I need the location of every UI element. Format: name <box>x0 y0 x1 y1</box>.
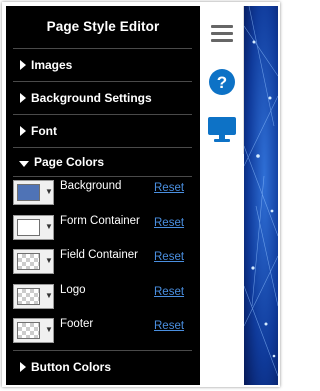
dropdown-caret-icon: ▼ <box>45 290 53 300</box>
section-label: Page Colors <box>34 155 105 169</box>
help-button[interactable]: ? <box>200 60 244 104</box>
color-picker-background[interactable]: ▼ <box>13 180 54 205</box>
transparent-swatch <box>17 322 40 340</box>
transparent-swatch <box>17 253 40 271</box>
color-row-logo: ▼ Logo Reset <box>13 281 192 316</box>
color-label: Footer <box>60 318 94 331</box>
reset-link[interactable]: Reset <box>154 320 184 332</box>
desktop-preview-button[interactable] <box>200 106 244 150</box>
reset-link[interactable]: Reset <box>154 251 184 263</box>
expand-arrow-icon <box>20 93 26 103</box>
color-picker-form-container[interactable]: ▼ <box>13 214 54 240</box>
section-label: Images <box>31 58 73 72</box>
collapse-arrow-icon <box>19 160 29 167</box>
desktop-icon <box>208 117 236 142</box>
section-label: Button Colors <box>31 359 111 374</box>
page-background-preview <box>244 6 278 385</box>
section-button-colors[interactable]: Button Colors <box>13 349 192 383</box>
color-picker-footer[interactable]: ▼ <box>13 318 54 344</box>
svg-text:?: ? <box>217 73 227 92</box>
color-swatch <box>17 218 40 236</box>
reset-link[interactable]: Reset <box>154 182 184 194</box>
transparent-swatch <box>17 287 40 305</box>
section-label: Font <box>31 124 57 138</box>
dropdown-caret-icon: ▼ <box>45 187 53 196</box>
editor-toolbar: ? <box>200 6 244 154</box>
section-page-colors[interactable]: Page Colors <box>13 147 192 177</box>
reset-link[interactable]: Reset <box>154 286 184 298</box>
toolbar-gap <box>200 154 244 385</box>
section-label: Background Settings <box>31 91 152 105</box>
color-label: Field Container <box>60 249 138 262</box>
help-icon: ? <box>209 69 235 95</box>
color-row-form-container: ▼ Form Container Reset <box>13 212 192 247</box>
color-row-background: ▼ Background Reset <box>13 177 192 212</box>
dropdown-caret-icon: ▼ <box>45 325 53 335</box>
dropdown-caret-icon: ▼ <box>45 256 53 266</box>
section-font[interactable]: Font <box>13 114 192 147</box>
expand-arrow-icon <box>20 126 26 136</box>
menu-icon <box>211 25 233 42</box>
network-pattern-image <box>244 6 278 385</box>
color-row-footer: ▼ Footer Reset <box>13 315 192 350</box>
expand-arrow-icon <box>20 361 26 372</box>
page-style-editor: Page Style Editor Images Background Sett… <box>6 6 200 385</box>
color-row-field-container: ▼ Field Container Reset <box>13 246 192 281</box>
editor-title: Page Style Editor <box>46 19 160 34</box>
dropdown-caret-icon: ▼ <box>45 221 53 231</box>
color-label: Form Container <box>60 214 140 227</box>
color-label: Logo <box>60 283 86 296</box>
reset-link[interactable]: Reset <box>154 217 184 229</box>
color-label: Background <box>60 180 122 192</box>
menu-button[interactable] <box>200 12 244 56</box>
color-swatch <box>17 184 40 201</box>
expand-arrow-icon <box>20 60 26 70</box>
section-background-settings[interactable]: Background Settings <box>13 81 192 114</box>
section-images[interactable]: Images <box>13 48 192 81</box>
app-frame: Page Style Editor Images Background Sett… <box>2 2 280 387</box>
color-picker-logo[interactable]: ▼ <box>13 283 54 309</box>
color-picker-field-container[interactable]: ▼ <box>13 249 54 275</box>
